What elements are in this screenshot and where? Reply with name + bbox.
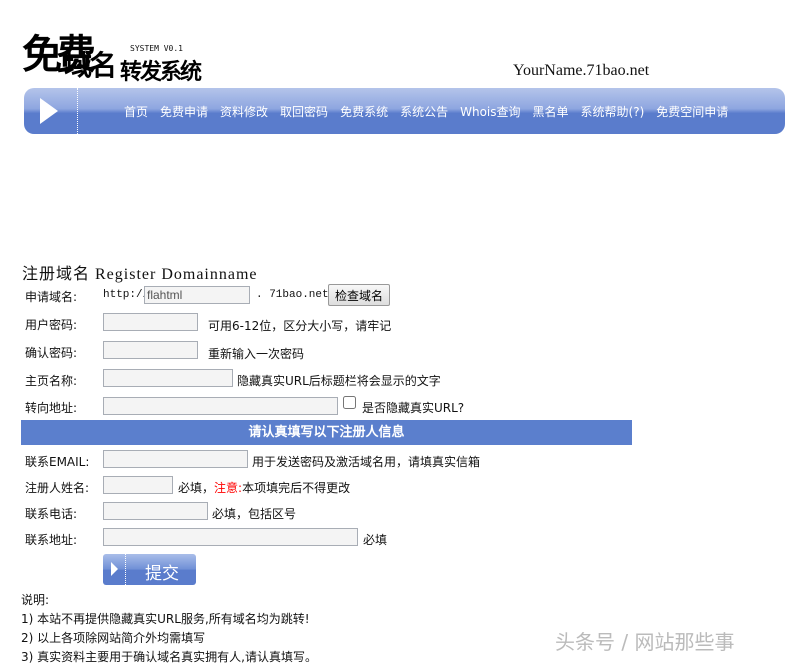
label: 注册人姓名: [25, 481, 90, 495]
check-domain-button[interactable]: 检查域名 [328, 284, 391, 306]
hint: 用于发送密码及激活域名用，请填真实信箱 [252, 455, 481, 469]
note-item: 2) 以上各项除网站简介外均需填写 [21, 631, 206, 645]
nav-item[interactable]: 系统帮助(?) [581, 103, 645, 120]
nav-item[interactable]: 首页 [124, 103, 148, 120]
hint: 是否隐藏真实URL? [362, 401, 465, 415]
registrant-name-input[interactable] [103, 476, 173, 494]
domain-prefix: http:// [103, 289, 150, 301]
note-item: 3) 真实资料主要用于确认域名真实拥有人,请认真填写。 [21, 650, 317, 664]
nav-item[interactable]: 系统公告 [400, 103, 448, 120]
hint: 必填，注意:本项填完后不得更改 [178, 479, 350, 496]
notes-title: 说明: [21, 593, 50, 607]
note-item: 1) 本站不再提供隐藏真实URL服务,所有域名均为跳转! [21, 612, 310, 626]
phone-input[interactable] [103, 502, 208, 520]
domain-suffix: . 71bao.net [256, 289, 329, 301]
label: 联系地址: [25, 533, 78, 547]
homepage-name-input[interactable] [103, 369, 233, 387]
hide-url-checkbox[interactable] [343, 396, 356, 409]
hint: 重新输入一次密码 [208, 347, 305, 361]
label: 转向地址: [25, 401, 78, 415]
address-input[interactable] [103, 528, 358, 546]
watermark: 头条号 / 网站那些事 [555, 630, 735, 654]
label: 确认密码: [25, 346, 78, 360]
submit-button[interactable]: 提交 [103, 554, 196, 585]
password-input[interactable] [103, 313, 198, 331]
submit-label: 提交 [145, 564, 179, 584]
nav-item[interactable]: 取回密码 [280, 103, 328, 120]
hint: 必填，包括区号 [212, 507, 297, 521]
domain-input[interactable] [144, 286, 250, 304]
email-input[interactable] [103, 450, 248, 468]
nav-item[interactable]: Whois查询 [460, 103, 520, 120]
nav-item[interactable]: 免费空间申请 [656, 103, 728, 120]
redirect-url-input[interactable] [103, 397, 338, 415]
hint: 可用6-12位，区分大小写，请牢记 [208, 319, 392, 333]
confirm-password-input[interactable] [103, 341, 198, 359]
section-header: 请认真填写以下注册人信息 [21, 420, 632, 445]
play-icon [40, 98, 58, 124]
label: 联系EMAIL: [25, 455, 90, 469]
hint-text: 本项填完后不得更改 [242, 481, 351, 495]
nav-item[interactable]: 免费申请 [160, 103, 208, 120]
label: 申请域名: [25, 290, 78, 304]
label: 主页名称: [25, 374, 78, 388]
notes: 说明: 1) 本站不再提供隐藏真实URL服务,所有域名均为跳转! 2) 以上各项… [21, 591, 317, 667]
hint-text: 必填， [178, 481, 215, 495]
divider [125, 554, 126, 585]
nav-item[interactable]: 资料修改 [220, 103, 268, 120]
nav-item[interactable]: 黑名单 [533, 103, 569, 120]
divider [77, 88, 78, 134]
nav-item[interactable]: 免费系统 [340, 103, 388, 120]
site-domain: YourName.71bao.net [513, 62, 650, 79]
warning-text: 注意: [214, 481, 243, 495]
label: 联系电话: [25, 507, 78, 521]
hint: 必填 [363, 533, 388, 547]
hint: 隐藏真实URL后标题栏将会显示的文字 [237, 374, 441, 388]
page-title: 注册域名 Register Domainname [22, 266, 258, 283]
label: 用户密码: [25, 318, 78, 332]
nav-bar: 首页 免费申请 资料修改 取回密码 免费系统 系统公告 Whois查询 黑名单 系统帮助(?) 免… [24, 88, 785, 134]
play-icon [111, 562, 118, 576]
